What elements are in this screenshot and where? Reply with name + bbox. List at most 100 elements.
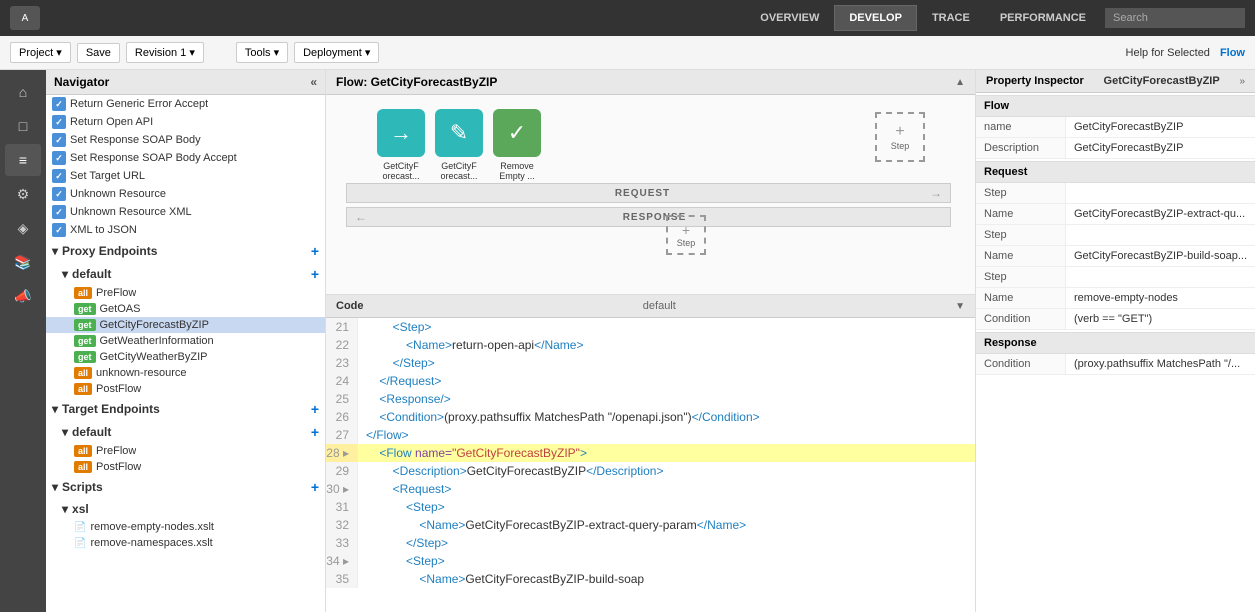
sidebar-icon-shield[interactable]: ◈ bbox=[5, 212, 41, 244]
nav-item-remove-empty-nodes[interactable]: 📄 remove-empty-nodes.xslt bbox=[46, 519, 325, 535]
nav-section-target-endpoints[interactable]: ▾ Target Endpoints + bbox=[46, 397, 325, 421]
nav-item-label: PostFlow bbox=[96, 461, 141, 473]
line-num: 31 bbox=[326, 498, 358, 516]
target-endpoints-add-btn[interactable]: + bbox=[311, 401, 319, 417]
flow-step-label-3: Remove Empty ... bbox=[492, 161, 542, 181]
flow-step-1[interactable]: → GetCityF orecast... bbox=[376, 109, 426, 181]
line-num: 27 bbox=[326, 426, 358, 444]
nav-section-scripts[interactable]: ▾ Scripts + bbox=[46, 475, 325, 499]
nav-item-unknown-resource-flow[interactable]: all unknown-resource bbox=[46, 365, 325, 381]
policy-icon: ✓ bbox=[52, 151, 66, 165]
prop-key: Description bbox=[976, 138, 1066, 158]
prop-section-request: Request bbox=[976, 161, 1255, 183]
nav-item-label: GetCityWeatherByZIP bbox=[100, 351, 208, 363]
app-logo: A bbox=[10, 6, 40, 30]
flow-step-2[interactable]: ✎ GetCityF orecast... bbox=[434, 109, 484, 181]
line-num: 33 bbox=[326, 534, 358, 552]
triangle-icon: ▾ bbox=[62, 502, 68, 516]
toolbar: Project ▾ Save Revision 1 ▾ Tools ▾ Depl… bbox=[0, 36, 1255, 70]
target-default-add-btn[interactable]: + bbox=[311, 424, 319, 440]
add-step-left-button[interactable]: + Step bbox=[666, 215, 706, 255]
expand-icon[interactable]: ▲ bbox=[955, 77, 965, 88]
code-tab[interactable]: Code bbox=[336, 300, 364, 312]
badge-get: get bbox=[74, 319, 96, 331]
tab-develop[interactable]: DEVELOP bbox=[834, 5, 917, 31]
nav-item-getweatherinfo[interactable]: get GetWeatherInformation bbox=[46, 333, 325, 349]
nav-section-proxy-endpoints[interactable]: ▾ Proxy Endpoints + bbox=[46, 239, 325, 263]
sidebar-icon-gear[interactable]: ⚙ bbox=[5, 178, 41, 210]
prop-section-response: Response bbox=[976, 332, 1255, 354]
add-step-button[interactable]: + Step bbox=[875, 112, 925, 162]
deployment-button[interactable]: Deployment ▾ bbox=[294, 42, 379, 63]
prop-key: Condition bbox=[976, 354, 1066, 374]
nav-item-target-preflow[interactable]: all PreFlow bbox=[46, 443, 325, 459]
flow-link[interactable]: Flow bbox=[1220, 47, 1245, 59]
default-add-btn[interactable]: + bbox=[311, 266, 319, 282]
prop-key: Step bbox=[976, 267, 1066, 287]
nav-item-remove-namespaces[interactable]: 📄 remove-namespaces.xslt bbox=[46, 535, 325, 551]
prop-val bbox=[1066, 183, 1255, 203]
sidebar-icon-nav[interactable]: ≡ bbox=[5, 144, 41, 176]
sidebar-icon-home[interactable]: ⌂ bbox=[5, 76, 41, 108]
nav-item-set-response-soap[interactable]: ✓ Set Response SOAP Body bbox=[46, 131, 325, 149]
nav-item-getoas[interactable]: get GetOAS bbox=[46, 301, 325, 317]
nav-item-label: Set Response SOAP Body bbox=[70, 134, 201, 146]
nav-item-return-open-api[interactable]: ✓ Return Open API bbox=[46, 113, 325, 131]
flow-step-icon-2: ✎ bbox=[435, 109, 483, 157]
sidebar-icon-book[interactable]: 📚 bbox=[5, 246, 41, 278]
nav-item-target-postflow[interactable]: all PostFlow bbox=[46, 459, 325, 475]
nav-item-set-target-url[interactable]: ✓ Set Target URL bbox=[46, 167, 325, 185]
nav-item-postflow[interactable]: all PostFlow bbox=[46, 381, 325, 397]
tab-overview[interactable]: OVERVIEW bbox=[745, 5, 834, 31]
nav-item-xml-to-json[interactable]: ✓ XML to JSON bbox=[46, 221, 325, 239]
code-expand-icon[interactable]: ▼ bbox=[955, 301, 965, 312]
code-line-26: 26 <Condition>(proxy.pathsuffix MatchesP… bbox=[326, 408, 975, 426]
code-line-25: 25 <Response/> bbox=[326, 390, 975, 408]
nav-item-unknown-resource-xml[interactable]: ✓ Unknown Resource XML bbox=[46, 203, 325, 221]
line-text: <Condition>(proxy.pathsuffix MatchesPath… bbox=[358, 408, 760, 426]
proxy-endpoints-label: Proxy Endpoints bbox=[62, 244, 157, 258]
nav-item-unknown-resource[interactable]: ✓ Unknown Resource bbox=[46, 185, 325, 203]
policy-icon: ✓ bbox=[52, 97, 66, 111]
nav-subsection-default[interactable]: ▾ default + bbox=[46, 263, 325, 285]
nav-item-label: Return Generic Error Accept bbox=[70, 98, 208, 110]
code-line-35: 35 <Name>GetCityForecastByZIP-build-soap bbox=[326, 570, 975, 588]
sidebar-icon-speaker[interactable]: 📣 bbox=[5, 280, 41, 312]
revision-button[interactable]: Revision 1 ▾ bbox=[126, 42, 204, 63]
prop-val: (proxy.pathsuffix MatchesPath "/... bbox=[1066, 354, 1255, 374]
sidebar-icon-box[interactable]: □ bbox=[5, 110, 41, 142]
main-area: ⌂ □ ≡ ⚙ ◈ 📚 📣 Navigator « ✓ Return Gener… bbox=[0, 70, 1255, 612]
nav-item-getcityweatherbyzip[interactable]: get GetCityWeatherByZIP bbox=[46, 349, 325, 365]
response-label: RESPONSE bbox=[367, 212, 942, 223]
scripts-add-btn[interactable]: + bbox=[311, 479, 319, 495]
line-text: </Request> bbox=[358, 372, 441, 390]
flow-step-3[interactable]: ✓ Remove Empty ... bbox=[492, 109, 542, 181]
navigator-collapse-btn[interactable]: « bbox=[310, 75, 317, 89]
nav-item-set-response-soap-accept[interactable]: ✓ Set Response SOAP Body Accept bbox=[46, 149, 325, 167]
prop-content: Flow name GetCityForecastByZIP Descripti… bbox=[976, 93, 1255, 612]
line-text: <Request> bbox=[358, 480, 451, 498]
save-button[interactable]: Save bbox=[77, 43, 120, 63]
prop-expand-icon[interactable]: » bbox=[1239, 76, 1245, 87]
nav-item-label: Set Target URL bbox=[70, 170, 145, 182]
prop-key: Step bbox=[976, 183, 1066, 203]
nav-subsection-target-default[interactable]: ▾ default + bbox=[46, 421, 325, 443]
prop-key: Name bbox=[976, 204, 1066, 224]
flow-canvas-header: Flow: GetCityForecastByZIP ▲ bbox=[326, 70, 975, 95]
code-line-27: 27 </Flow> bbox=[326, 426, 975, 444]
nav-item-return-generic[interactable]: ✓ Return Generic Error Accept bbox=[46, 95, 325, 113]
nav-item-getcityforecastbyzip[interactable]: get GetCityForecastByZIP bbox=[46, 317, 325, 333]
tab-trace[interactable]: TRACE bbox=[917, 5, 985, 31]
nav-item-preflow[interactable]: all PreFlow bbox=[46, 285, 325, 301]
tools-button[interactable]: Tools ▾ bbox=[236, 42, 288, 63]
response-arrow-icon: ← bbox=[355, 210, 367, 224]
proxy-endpoints-add-btn[interactable]: + bbox=[311, 243, 319, 259]
nav-item-label: GetWeatherInformation bbox=[100, 335, 214, 347]
nav-subsection-xsl[interactable]: ▾ xsl bbox=[46, 499, 325, 519]
property-inspector-panel: Property Inspector GetCityForecastByZIP … bbox=[975, 70, 1255, 612]
tab-performance[interactable]: PERFORMANCE bbox=[985, 5, 1101, 31]
search-input[interactable] bbox=[1105, 8, 1245, 28]
line-num: 21 bbox=[326, 318, 358, 336]
prop-val: GetCityForecastByZIP bbox=[1066, 117, 1255, 137]
project-button[interactable]: Project ▾ bbox=[10, 42, 71, 63]
